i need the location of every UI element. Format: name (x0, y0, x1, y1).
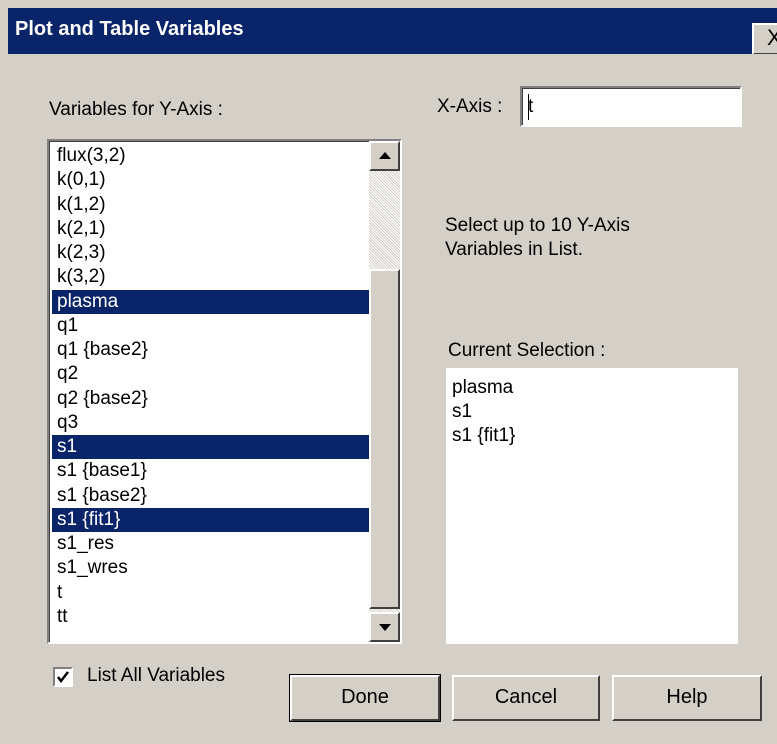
list-all-checkbox[interactable] (53, 667, 73, 687)
yaxis-list-items: flux(3,2) k(0,1) k(1,2) k(2,1) k(2,3) k(3,2) p… (52, 144, 370, 629)
xaxis-input[interactable]: t (520, 86, 742, 127)
instructions-line-2: Variables in List. (445, 239, 583, 260)
scroll-down-button[interactable] (369, 612, 400, 642)
arrow-up-icon (379, 152, 391, 159)
selection-item: s1 {fit1} (452, 425, 516, 446)
list-item[interactable]: s1 (52, 435, 370, 460)
selection-item: plasma (452, 377, 514, 398)
arrow-down-icon (379, 624, 391, 631)
list-item[interactable]: k(2,3) (52, 241, 370, 265)
list-scrollbar[interactable] (369, 141, 400, 642)
selection-item: s1 (452, 401, 473, 422)
xaxis-value: t (528, 96, 534, 117)
window-title: Plot and Table Variables (15, 18, 244, 40)
checkmark-icon (57, 671, 69, 684)
list-all-label[interactable]: List All Variables (87, 665, 225, 687)
list-item[interactable]: t (52, 581, 370, 605)
close-button[interactable]: X (752, 23, 777, 54)
list-item[interactable]: s1 {fit1} (52, 507, 370, 532)
cancel-button[interactable]: Cancel (452, 675, 600, 721)
scroll-thumb[interactable] (369, 269, 400, 609)
list-item[interactable]: q3 (52, 411, 370, 435)
list-item[interactable]: s1 {base1} (52, 459, 370, 483)
plot-table-variables-dialog: Plot and Table Variables X Variables for… (0, 0, 777, 744)
list-item[interactable]: plasma (52, 289, 370, 314)
list-item[interactable]: k(2,1) (52, 217, 370, 241)
list-item[interactable]: s1_res (52, 532, 370, 556)
list-item[interactable]: s1_wres (52, 556, 370, 580)
list-item[interactable]: k(3,2) (52, 265, 370, 289)
list-item[interactable]: s1 {base2} (52, 484, 370, 508)
done-button[interactable]: Done (289, 674, 441, 722)
scroll-up-button[interactable] (369, 141, 400, 171)
xaxis-label: X-Axis : (437, 96, 503, 117)
yaxis-variable-list[interactable]: flux(3,2) k(0,1) k(1,2) k(2,1) k(2,3) k(3,2) p… (47, 139, 402, 644)
list-item[interactable]: q1 {base2} (52, 338, 370, 362)
list-item[interactable]: flux(3,2) (52, 144, 370, 168)
list-item[interactable]: q1 (52, 314, 370, 338)
list-item[interactable]: k(0,1) (52, 168, 370, 192)
list-item[interactable]: q2 (52, 362, 370, 386)
help-button[interactable]: Help (612, 675, 762, 721)
close-icon: X (767, 25, 777, 50)
current-selection-box: plasma s1 s1 {fit1} (446, 368, 738, 644)
list-item[interactable]: k(1,2) (52, 193, 370, 217)
current-selection-items: plasma s1 s1 {fit1} (452, 376, 515, 448)
title-bar[interactable]: Plot and Table Variables X (8, 8, 777, 54)
list-item[interactable]: tt (52, 605, 370, 629)
current-selection-label: Current Selection : (448, 340, 606, 361)
list-item[interactable]: q2 {base2} (52, 387, 370, 411)
yaxis-label: Variables for Y-Axis : (49, 99, 223, 120)
instructions-line-1: Select up to 10 Y-Axis (445, 215, 630, 236)
